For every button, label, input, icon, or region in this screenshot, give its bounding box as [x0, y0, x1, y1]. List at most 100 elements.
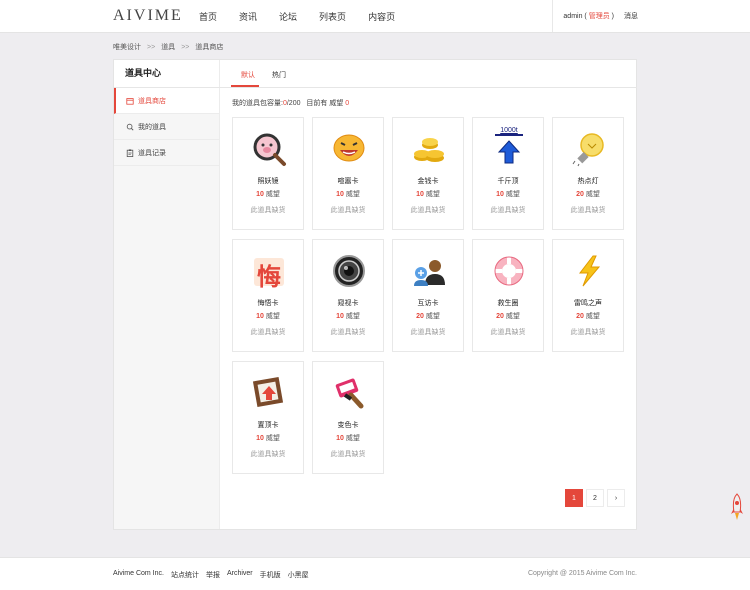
- breadcrumb-item[interactable]: 道具: [161, 44, 175, 51]
- item-name: 喧嚣卡: [337, 178, 359, 185]
- item-stock-status: 此道具缺货: [330, 329, 366, 336]
- sidebar-item-shop[interactable]: 道具商店: [114, 88, 219, 114]
- footer-link[interactable]: 手机版: [260, 570, 281, 580]
- lightning-icon: [571, 253, 607, 289]
- nav-list-page[interactable]: 列表页: [319, 10, 346, 23]
- capacity-info: 我的道具包容量:0/200 目前有 威望 0: [232, 98, 349, 108]
- icon-label: 悔: [257, 263, 281, 291]
- item-price-value: 10: [336, 435, 344, 442]
- item-stock-status: 此道具缺货: [570, 207, 606, 214]
- item-price-value: 10: [256, 191, 264, 198]
- item-price-unit: 威望: [263, 313, 280, 320]
- up-arrow-frame-icon: [251, 375, 287, 411]
- role-bracket-close: ): [609, 13, 614, 20]
- item-price-value: 20: [416, 313, 424, 320]
- item-price-unit: 威望: [503, 191, 520, 198]
- breadcrumb: 唯美设计 >> 道具 >> 道具商店: [113, 42, 223, 52]
- prestige-value: 0: [345, 100, 350, 107]
- item-stock-status: 此道具缺货: [490, 329, 526, 336]
- item-price: 10 威望: [313, 311, 383, 321]
- nav-forum[interactable]: 论坛: [279, 10, 297, 23]
- paint-brush-icon: [331, 375, 367, 411]
- item-card[interactable]: 置顶卡 10 威望 此道具缺货: [232, 361, 304, 474]
- item-price-unit: 威望: [343, 191, 360, 198]
- item-card[interactable]: 金钱卡 10 威望 此道具缺货: [392, 117, 464, 230]
- back-to-top-rocket-icon[interactable]: [728, 492, 746, 522]
- item-stock-status: 此道具缺货: [250, 451, 286, 458]
- item-price: 10 威望: [313, 433, 383, 443]
- item-stock-status: 此道具缺货: [250, 329, 286, 336]
- item-card[interactable]: 喧嚣卡 10 威望此道具缺货: [312, 117, 384, 230]
- sidebar-title: 道具中心: [114, 60, 219, 88]
- tab-bar: 默认 热门: [219, 60, 637, 88]
- nav-content-page[interactable]: 内容页: [368, 10, 395, 23]
- site-logo[interactable]: AIVIME: [113, 7, 183, 25]
- item-card[interactable]: 互访卡 20 威望 此道具缺货: [392, 239, 464, 352]
- item-price: 10 威望: [233, 311, 303, 321]
- item-price-unit: 威望: [423, 191, 440, 198]
- item-name: 变色卡: [337, 422, 359, 429]
- copyright: Copyright @ 2015 Aivime Com Inc.: [527, 570, 637, 577]
- item-card[interactable]: 热点灯 20 威望 此道具缺货: [552, 117, 624, 230]
- item-card[interactable]: 照妖镜 10 威望 此道具缺货: [232, 117, 304, 230]
- top-bar: AIVIME 首页 资讯 论坛 列表页 内容页 admin ( 管理员 ) 消息: [0, 0, 750, 33]
- item-name: 窥视卡: [337, 300, 359, 307]
- breadcrumb-separator: >>: [181, 44, 190, 51]
- item-stock-status: 此道具缺货: [410, 207, 446, 214]
- footer-link[interactable]: 举报: [206, 570, 220, 580]
- breadcrumb-item[interactable]: 唯美设计: [113, 44, 141, 51]
- item-stock-status: 此道具缺货: [250, 207, 286, 214]
- item-name: 热点灯: [577, 178, 599, 185]
- user-menu[interactable]: admin ( 管理员 ): [563, 11, 614, 21]
- magnifier-icon: [126, 123, 134, 131]
- breadcrumb-item: 道具商店: [195, 44, 224, 51]
- item-price: 20 威望: [473, 311, 543, 321]
- item-stock-status: 此道具缺货: [330, 207, 366, 214]
- item-card[interactable]: 变色卡 10 威望 此道具缺货: [312, 361, 384, 474]
- item-card[interactable]: 雷鸣之声 20 威望 此道具缺货: [552, 239, 624, 352]
- item-price-unit: 威望: [583, 313, 600, 320]
- tab-default[interactable]: 默认: [241, 70, 255, 80]
- footer-link[interactable]: Archiver: [227, 570, 253, 580]
- magnifier-pig-icon: [251, 131, 287, 167]
- item-price-value: 20: [576, 313, 584, 320]
- tab-popular[interactable]: 热门: [272, 70, 286, 80]
- sidebar-item-my-items[interactable]: 我的道具: [114, 114, 219, 140]
- sidebar-item-label: 我的道具: [138, 123, 166, 131]
- footer-links: Aivime Com Inc. 站点统计 举报 Archiver 手机版 小黑屋: [113, 570, 316, 580]
- item-price-unit: 威望: [583, 191, 600, 198]
- footer-link[interactable]: 站点统计: [171, 570, 199, 580]
- breadcrumb-separator: >>: [147, 44, 156, 51]
- two-users-icon: [411, 253, 447, 289]
- sidebar-item-records[interactable]: 道具记录: [114, 140, 219, 166]
- item-card[interactable]: 悔悔悟卡 10 威望此道具缺货: [232, 239, 304, 352]
- item-price-value: 10: [256, 435, 264, 442]
- item-card[interactable]: 1000t 千斤顶 10 威望 此道具缺货: [472, 117, 544, 230]
- footer-link[interactable]: 小黑屋: [288, 570, 309, 580]
- page-button[interactable]: 2: [586, 489, 604, 507]
- item-card[interactable]: 救生圈 20 威望此道具缺货: [472, 239, 544, 352]
- item-price-value: 10: [256, 313, 264, 320]
- item-name: 悔悟卡: [257, 300, 279, 307]
- item-card[interactable]: 窥视卡 10 威望此道具缺货: [312, 239, 384, 352]
- item-price: 20 威望: [393, 311, 463, 321]
- nav-news[interactable]: 资讯: [239, 10, 257, 23]
- item-name: 金钱卡: [417, 178, 439, 185]
- regret-character-icon: 悔: [251, 253, 287, 291]
- light-bulb-icon: [571, 131, 607, 167]
- life-ring-icon: [491, 253, 527, 289]
- messages-link[interactable]: 消息: [624, 11, 638, 21]
- item-name: 救生圈: [497, 300, 519, 307]
- tab-active-indicator: [231, 85, 259, 87]
- item-price-unit: 威望: [423, 313, 440, 320]
- item-name: 置顶卡: [257, 422, 279, 429]
- username[interactable]: admin: [563, 13, 582, 20]
- next-page-button[interactable]: ›: [607, 489, 625, 507]
- footer-link[interactable]: Aivime Com Inc.: [113, 570, 164, 580]
- nav-home[interactable]: 首页: [199, 10, 217, 23]
- item-name: 千斤顶: [497, 178, 519, 185]
- item-price: 10 威望: [313, 189, 383, 199]
- page-button[interactable]: 1: [565, 489, 583, 507]
- item-price-unit: 威望: [263, 191, 280, 198]
- item-stock-status: 此道具缺货: [410, 329, 446, 336]
